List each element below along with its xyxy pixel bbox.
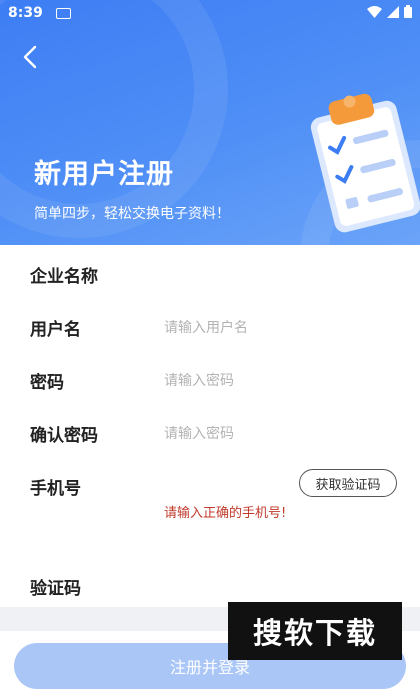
field-label: 手机号 [30,479,81,499]
watermark: 搜软下载 [228,602,402,660]
field-label: 验证码 [30,579,81,599]
signal-icon [387,5,399,18]
field-label: 密码 [30,373,64,393]
notification-icon [56,8,71,19]
status-icons [367,5,412,18]
password-input[interactable]: 请输入密码 [164,370,234,390]
clipboard-checklist-icon [310,93,420,233]
phone-error-message: 请输入正确的手机号! [164,506,287,521]
confirm-password-input[interactable]: 请输入密码 [164,423,234,443]
username-input[interactable]: 请输入用户名 [164,317,248,337]
status-time: 8:39 [8,5,43,21]
field-label: 企业名称 [30,267,98,287]
field-label: 确认密码 [30,426,98,446]
battery-icon [404,5,412,18]
back-arrow-icon[interactable] [18,44,44,70]
get-code-button[interactable]: 获取验证码 [299,469,397,497]
page-title: 新用户注册 [34,159,174,190]
wifi-icon [367,5,382,18]
field-label: 用户名 [30,320,81,340]
page-subtitle: 简单四步，轻松交换电子资料！ [34,206,230,222]
status-bar: 8:39 [0,0,420,26]
header-banner: 8:39 新用户注册 简单四步，轻松交换电子资料！ [0,0,420,245]
